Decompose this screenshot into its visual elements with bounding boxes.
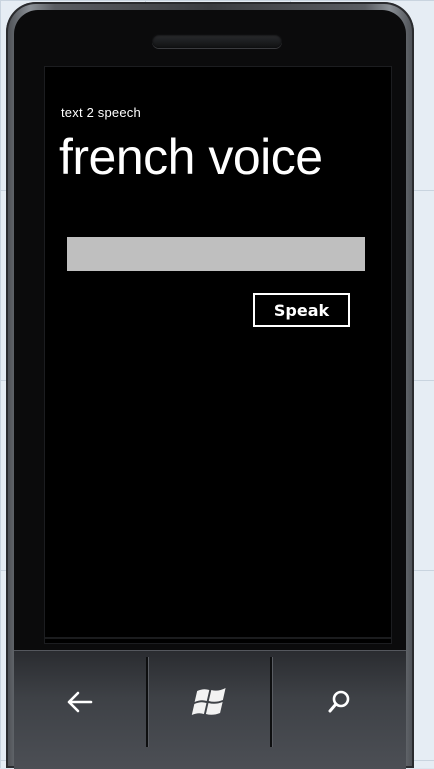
screen-bottom-edge [45,637,391,639]
back-button[interactable] [14,657,146,747]
phone-screen: text 2 speech french voice Speak [44,66,392,644]
back-arrow-icon [67,691,93,713]
hardware-nav-bar [14,650,406,769]
search-icon [328,690,350,713]
speak-button[interactable]: Speak [253,293,350,327]
earpiece-speaker [152,34,282,48]
phone-emulator-frame: text 2 speech french voice Speak [6,2,414,769]
windows-logo-icon [191,688,226,715]
app-title: text 2 speech [61,105,141,120]
page-title: french voice [59,129,323,185]
start-button[interactable] [148,657,270,747]
speech-text-input[interactable] [67,237,365,271]
search-button[interactable] [272,657,406,747]
